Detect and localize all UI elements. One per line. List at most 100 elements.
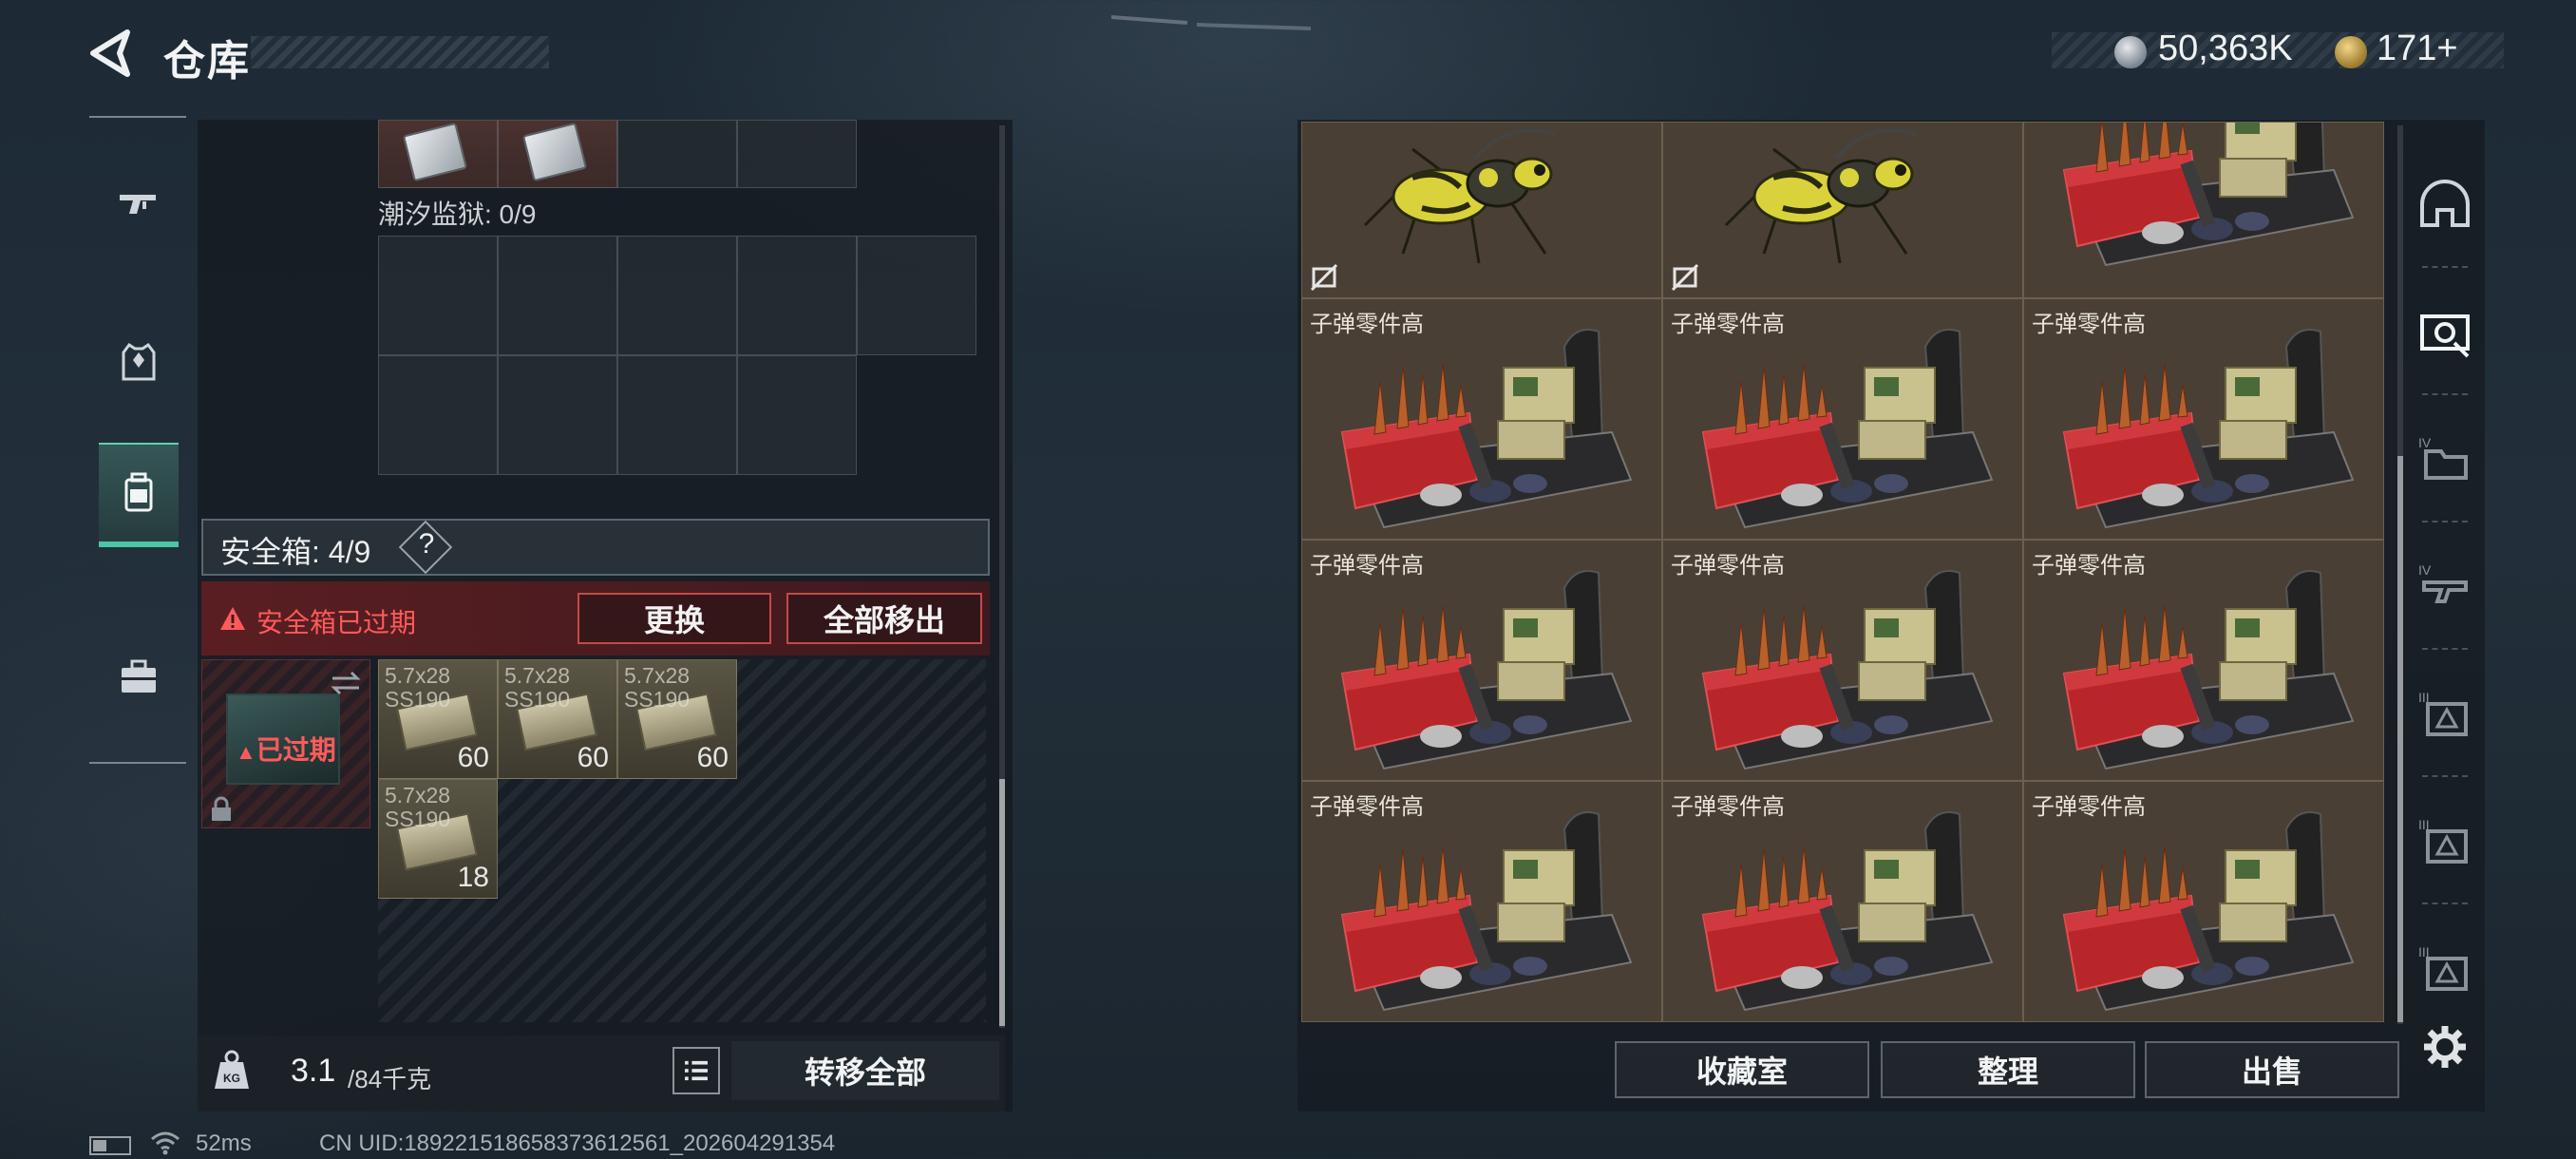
warning-icon [220,607,245,630]
nav-tab-backpack[interactable] [99,443,179,547]
ammo-parts-crate-image [2049,560,2362,778]
collection-room-button[interactable]: 收藏室 [1615,1041,1869,1098]
ammo-parts-crate-image [1327,318,1640,537]
grid-cell[interactable] [378,120,498,188]
item-label: 子弹零件高 [1310,794,1424,820]
nav-tab-case[interactable] [99,625,179,730]
item-label: 子弹零件高 [1671,312,1785,337]
grid-cell[interactable] [617,355,737,475]
stash-item-ammo-parts[interactable]: 子弹零件高 [1662,781,2023,1022]
swap-arrows-icon[interactable] [329,669,363,697]
battery-level [93,1140,106,1151]
ammo-parts-crate-image [2049,318,2362,537]
card-item-icon [402,122,468,182]
inventory-scrollbar-thumb[interactable] [999,779,1005,1026]
nav-tab-weapon[interactable] [99,152,179,256]
camera-case-icon [2420,314,2470,358]
svg-text:IV: IV [2418,562,2432,578]
expired-message: 安全箱已过期 [256,608,417,637]
stash-tab-gun-iv[interactable]: IV [2409,522,2481,650]
wasp-drone-image [1707,122,1954,273]
transfer-all-button[interactable]: 转移全部 [731,1041,999,1100]
rifle-case-icon: IV [2418,562,2468,603]
grid-cell[interactable] [378,236,498,355]
item-label: 子弹零件高 [1310,312,1424,337]
stash-tab-camera[interactable] [2409,268,2481,395]
item-label: 子弹零件高 [2032,553,2146,579]
ammo-parts-crate-image [2049,122,2362,275]
gold-currency-amount[interactable]: 171+ [2377,28,2458,69]
stash-page-tabs: IV IV III III III [2409,141,2481,1032]
grid-cell[interactable] [617,120,737,188]
stash-item-ammo-parts[interactable]: 子弹零件高 [1662,540,2023,781]
ammo-parts-crate-image [1688,560,2001,778]
ammo-item[interactable]: 5.7x28 SS190 60 [498,659,617,779]
ammo-item[interactable]: 5.7x28 SS190 60 [378,659,498,779]
stash-item-ammo-parts[interactable]: 子弹零件高 [1662,298,2023,540]
item-label: 子弹零件高 [1310,553,1424,579]
grid-cell[interactable] [498,355,617,475]
stash-tab-hazard-iii-3[interactable]: III [2409,904,2481,1032]
stash-item-ammo-parts[interactable]: 子弹零件高 [2023,781,2384,1022]
uid-text: CN UID:18922151865837361256​1_2026042913… [319,1130,836,1156]
silver-coin-icon [2114,36,2147,68]
ammo-item[interactable]: 5.7x28 SS190 60 [617,659,737,779]
help-mark: ? [418,528,435,560]
item-label: 子弹零件高 [2032,312,2146,337]
organize-button[interactable]: 整理 [1881,1041,2135,1098]
ammo-item[interactable]: 5.7x28 SS190 18 [378,779,498,899]
grid-cell[interactable] [857,236,976,355]
title-stripe [251,36,549,68]
stash-tab-hazard-iii-1[interactable]: III [2409,650,2481,777]
grid-cell[interactable] [737,236,857,355]
hazard-box-icon: III [2418,690,2468,736]
list-view-icon[interactable] [672,1047,720,1094]
swap-button[interactable]: 更换 [578,593,771,644]
settings-gear-icon[interactable] [2420,1022,2470,1072]
ping-text: 52ms [196,1130,252,1156]
item-label: 子弹零件高 [2032,794,2146,820]
grid-gap [857,355,976,475]
stash-tab-hazard-iii-2[interactable]: III [2409,777,2481,904]
ammo-parts-crate-image [1327,560,1640,778]
page-title: 仓库 [163,38,251,85]
stash-item-ammo-parts[interactable]: 子弹零件高 [1301,540,1662,781]
folder-icon: IV [2418,435,2468,480]
stash-scrollbar-thumb[interactable] [2397,456,2403,1022]
nav-tab-gear[interactable] [99,310,179,414]
item-label: 子弹零件高 [1671,794,1785,820]
stash-grid: 子弹零件高 子弹零件高 子弹零件高 子弹零件高 子弹零件高 子弹零件高 子弹零件… [1301,122,2384,1022]
stash-item-drone-wasp[interactable] [1662,122,2023,298]
grid-cell[interactable] [378,355,498,475]
grid-cell[interactable] [498,236,617,355]
ammo-name: 5.7x28 SS190 [624,663,691,712]
grid-cell[interactable] [617,236,737,355]
ammo-parts-crate-image [1327,801,1640,1019]
grid-cell[interactable] [737,355,857,475]
stash-item-ammo-parts[interactable]: 子弹零件高 [2023,298,2384,540]
grid-cell[interactable] [498,120,617,188]
sell-button[interactable]: 出售 [2145,1041,2399,1098]
ammo-parts-crate-image [2049,801,2362,1019]
stash-item-ammo-parts[interactable] [2023,122,2384,298]
ammo-count: 60 [457,742,489,773]
wifi-icon [151,1131,180,1155]
container-grid-top [378,120,857,188]
ammo-parts-crate-image [1688,801,2001,1019]
lock-icon [212,796,231,821]
armor-vest-icon [122,342,156,381]
silver-currency-amount: 50,363K [2158,28,2293,68]
case-expired-text: 已过期 [256,735,336,765]
stash-tab-dome[interactable] [2409,141,2481,268]
move-all-out-button[interactable]: 全部移出 [786,593,982,644]
back-arrow-icon[interactable] [85,27,139,80]
stash-item-ammo-parts[interactable]: 子弹零件高 [2023,540,2384,781]
stash-item-ammo-parts[interactable]: 子弹零件高 [1301,781,1662,1022]
ammo-count: 60 [696,742,729,773]
grid-cell[interactable] [737,120,857,188]
stash-item-ammo-parts[interactable]: 子弹零件高 [1301,298,1662,540]
stash-item-drone-wasp[interactable] [1301,122,1662,298]
ammo-count: 60 [577,742,609,773]
stash-tab-folder-iv[interactable]: IV [2409,395,2481,522]
prison-container-label: 潮汐监狱: 0/9 [378,200,537,229]
